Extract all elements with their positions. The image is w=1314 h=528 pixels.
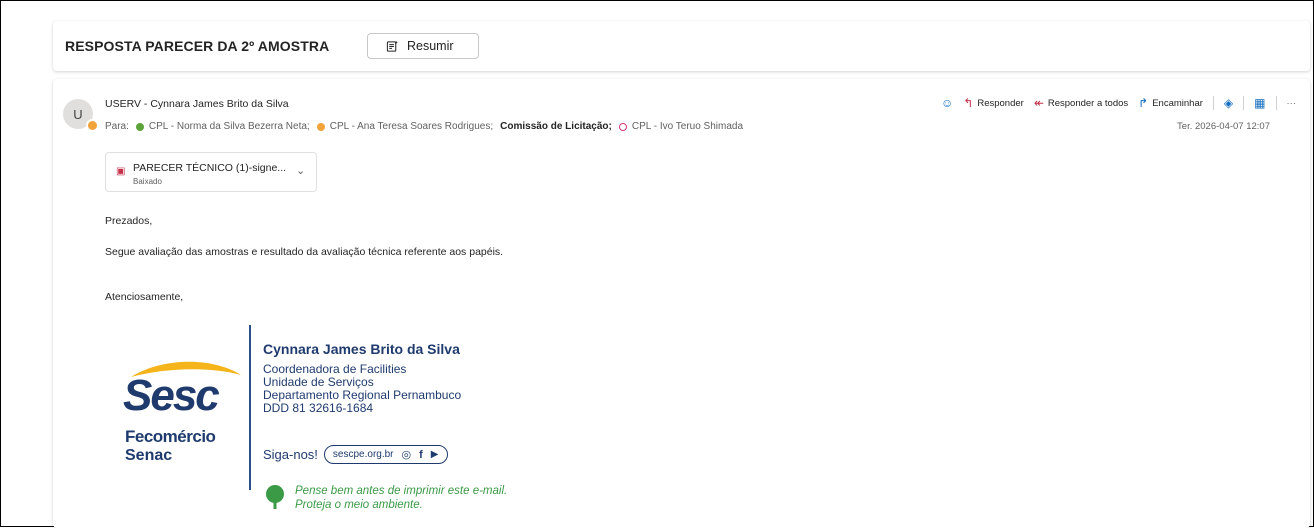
- sesc-logo: Sesc Fecomércio Senac: [123, 357, 243, 477]
- greeting: Prezados,: [105, 215, 153, 227]
- summarize-label: Resumir: [407, 39, 454, 53]
- closing: Atenciosamente,: [105, 291, 184, 303]
- email-subject: RESPOSTA PARECER DA 2º AMOSTRA: [65, 38, 330, 54]
- message-actions: ☺ ↰ Responder ↞ Responder a todos ↱ Encamin…: [941, 96, 1296, 110]
- presence-offline-icon: [618, 122, 627, 131]
- copilot-icon[interactable]: ◈: [1224, 96, 1233, 110]
- divider: [1212, 96, 1214, 110]
- recipient[interactable]: CPL - Ana Teresa Soares Rodrigues;: [330, 121, 493, 132]
- social-links: Siga-nos! sescpe.org.br ◎ f ▶: [263, 445, 448, 464]
- pdf-file-icon: ▣: [116, 166, 126, 177]
- message-card: U USERV - Cynnara James Brito da Silva P…: [53, 79, 1310, 528]
- divider: [1243, 96, 1245, 110]
- reply-all-button[interactable]: ↞ Responder a todos: [1034, 96, 1128, 110]
- attachment-card[interactable]: ▣ PARECER TÉCNICO (1)-signe... Baixado ⌄: [105, 152, 317, 192]
- attachment-status: Baixado: [133, 177, 162, 186]
- forward-icon: ↱: [1138, 96, 1149, 110]
- website-link[interactable]: sescpe.org.br: [333, 449, 394, 460]
- app-frame: RESPOSTA PARECER DA 2º AMOSTRA Resumir U…: [0, 0, 1314, 528]
- forward-button[interactable]: ↱ Encaminhar: [1138, 96, 1203, 110]
- attachment-name: PARECER TÉCNICO (1)-signe...: [133, 162, 287, 174]
- recipients-line: Para: CPL - Norma da Silva Bezerra Neta;…: [105, 121, 743, 132]
- more-options-icon[interactable]: ···: [1287, 98, 1297, 109]
- signature-phone: DDD 81 32616-1684: [263, 401, 374, 415]
- presence-away-icon: [316, 122, 325, 131]
- follow-label: Siga-nos!: [263, 447, 318, 462]
- reply-all-label: Responder a todos: [1047, 97, 1129, 109]
- signature-name: Cynnara James Brito da Silva: [263, 341, 460, 357]
- summarize-button[interactable]: Resumir: [367, 33, 479, 59]
- avatar-initial: U: [73, 106, 83, 122]
- logo-senac-text: Senac: [125, 447, 173, 464]
- sender-name[interactable]: USERV - Cynnara James Brito da Silva: [105, 98, 289, 110]
- presence-away-icon: [86, 119, 99, 132]
- reply-all-icon: ↞: [1033, 96, 1044, 110]
- logo-sesc-text: Sesc: [123, 371, 220, 420]
- forward-label: Encaminhar: [1152, 97, 1203, 109]
- youtube-icon[interactable]: ▶: [431, 449, 439, 460]
- reply-label: Responder: [977, 97, 1024, 109]
- to-label: Para:: [105, 121, 129, 132]
- eco-line-1: Pense bem antes de imprimir este e-mail.: [295, 485, 508, 497]
- recipient[interactable]: Comissão de Licitação;: [500, 121, 612, 132]
- eco-notice: Pense bem antes de imprimir este e-mail.…: [263, 484, 507, 512]
- subject-bar: RESPOSTA PARECER DA 2º AMOSTRA Resumir: [53, 21, 1310, 71]
- recipient[interactable]: CPL - Norma da Silva Bezerra Neta;: [149, 121, 310, 132]
- reply-icon: ↰: [963, 96, 974, 110]
- instagram-icon[interactable]: ◎: [402, 448, 412, 461]
- body-line: Segue avaliação das amostras e resultado…: [105, 246, 504, 258]
- signature-divider: [249, 325, 251, 490]
- facebook-icon[interactable]: f: [419, 449, 423, 461]
- message-date: Ter. 2026-04-07 12:07: [1177, 121, 1270, 132]
- social-pill[interactable]: sescpe.org.br ◎ f ▶: [323, 445, 448, 464]
- chevron-down-icon[interactable]: ⌄: [296, 164, 305, 177]
- recipient[interactable]: CPL - Ivo Teruo Shimada: [632, 121, 743, 132]
- presence-available-icon: [135, 122, 144, 131]
- summarize-icon: [386, 40, 398, 52]
- apps-icon[interactable]: ▦: [1254, 96, 1265, 110]
- emoji-icon[interactable]: ☺: [941, 96, 953, 110]
- divider: [1275, 96, 1277, 110]
- eco-line-2: Proteja o meio ambiente.: [295, 499, 423, 511]
- tree-icon: [266, 485, 284, 509]
- reply-button[interactable]: ↰ Responder: [963, 96, 1024, 110]
- logo-fecomercio-text: Fecomércio: [125, 427, 216, 446]
